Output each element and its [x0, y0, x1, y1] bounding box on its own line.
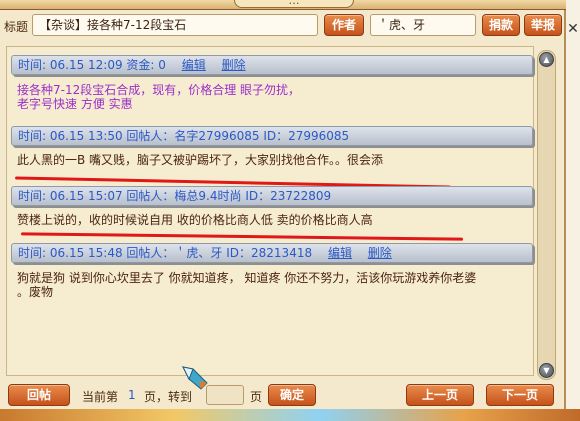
scroll-up-icon[interactable]: ▲ [539, 52, 554, 67]
prev-page-button[interactable]: 上一页 [406, 384, 474, 406]
subject-label: 标题 [4, 20, 29, 34]
post-meta-1-text: 时间: 06.15 12:09 资金: 0 [18, 58, 166, 72]
post-meta-1: 时间: 06.15 12:09 资金: 0 编辑 删除 [11, 55, 533, 75]
close-icon[interactable]: ✕ [566, 22, 580, 36]
window-right-edge [566, 0, 580, 409]
post-meta-4: 时间: 06.15 15:48 回帖人：＇虎、牙 ID：28213418 编辑 … [11, 243, 533, 263]
post-body-4-line-1: 狗就是狗 说到你心坎里去了 你就知道疼， 知道疼 你还不努力，活该你玩游戏养你老… [17, 271, 477, 285]
post-header: 标题 【杂谈】接各种7-12段宝石 作者 ＇虎、牙 捐款 举报 [0, 14, 566, 40]
post-body-2: 此人黑的一B 嘴又贱，脑子又被驴踢坏了，大家别找他合作。。很会添 [17, 153, 527, 167]
game-taskbar-strip [0, 409, 580, 421]
delete-link[interactable]: 删除 [368, 246, 392, 260]
post-meta-2-text: 时间: 06.15 13:50 回帖人：名字27996085 ID：279960… [18, 129, 350, 143]
current-page-prefix: 当前第 [82, 390, 119, 404]
author-button[interactable]: 作者 [324, 14, 364, 36]
post-body-4-line-2: 。废物 [17, 285, 54, 299]
red-underline-mark-2 [20, 232, 464, 241]
subject-field: 【杂谈】接各种7-12段宝石 [32, 14, 318, 36]
forum-post-window: 标题 【杂谈】接各种7-12段宝石 作者 ＇虎、牙 捐款 举报 时间: 06.1… [0, 10, 566, 409]
post-meta-4-text: 时间: 06.15 15:48 回帖人：＇虎、牙 ID：28213418 [18, 246, 313, 260]
pagination-bar: 回帖 当前第 1 页，转到 页 确定 上一页 下一页 [0, 382, 566, 408]
page-suffix: 页 [250, 390, 263, 404]
edit-link[interactable]: 编辑 [328, 246, 352, 260]
window-title: … [234, 0, 354, 8]
post-meta-2: 时间: 06.15 13:50 回帖人：名字27996085 ID：279960… [11, 126, 533, 146]
post-body-4: 狗就是狗 说到你心坎里去了 你就知道疼， 知道疼 你还不努力，活该你玩游戏养你老… [17, 271, 527, 299]
author-field: ＇虎、牙 [370, 14, 476, 36]
next-page-button[interactable]: 下一页 [486, 384, 554, 406]
vertical-scrollbar[interactable]: ▲ ▼ [537, 50, 556, 380]
delete-link[interactable]: 删除 [222, 58, 246, 72]
goto-page-label: 页，转到 [144, 390, 193, 404]
post-body-1-line-1: 接各种7-12段宝石合成，现有，价格合理 眼子勿扰， [17, 83, 301, 97]
post-body-3-line-1: 赞楼上说的，收的时候说自用 收的价格比商人低 卖的价格比商人高 [17, 213, 373, 227]
post-body-3: 赞楼上说的，收的时候说自用 收的价格比商人低 卖的价格比商人高 [17, 213, 527, 227]
scroll-down-icon[interactable]: ▼ [539, 363, 554, 378]
post-body-1: 接各种7-12段宝石合成，现有，价格合理 眼子勿扰， 老字号快速 方便 实惠 [17, 83, 527, 111]
edit-link[interactable]: 编辑 [182, 58, 206, 72]
confirm-button[interactable]: 确定 [268, 384, 316, 406]
post-meta-3-text: 时间: 06.15 15:07 回帖人：梅总9.4时尚 ID：23722809 [18, 189, 332, 203]
post-body-1-line-2: 老字号快速 方便 实惠 [17, 97, 133, 111]
window-titlebar: … [0, 0, 580, 10]
page-number-input[interactable] [206, 385, 244, 405]
post-meta-3: 时间: 06.15 15:07 回帖人：梅总9.4时尚 ID：23722809 [11, 186, 533, 206]
current-page-number: 1 [128, 388, 136, 402]
donate-button[interactable]: 捐款 [482, 14, 520, 36]
reply-button[interactable]: 回帖 [8, 384, 70, 406]
post-body-2-line-1: 此人黑的一B 嘴又贱，脑子又被驴踢坏了，大家别找他合作。。很会添 [17, 153, 384, 167]
post-thread: 时间: 06.15 12:09 资金: 0 编辑 删除 接各种7-12段宝石合成… [6, 46, 534, 390]
report-button[interactable]: 举报 [524, 14, 562, 36]
